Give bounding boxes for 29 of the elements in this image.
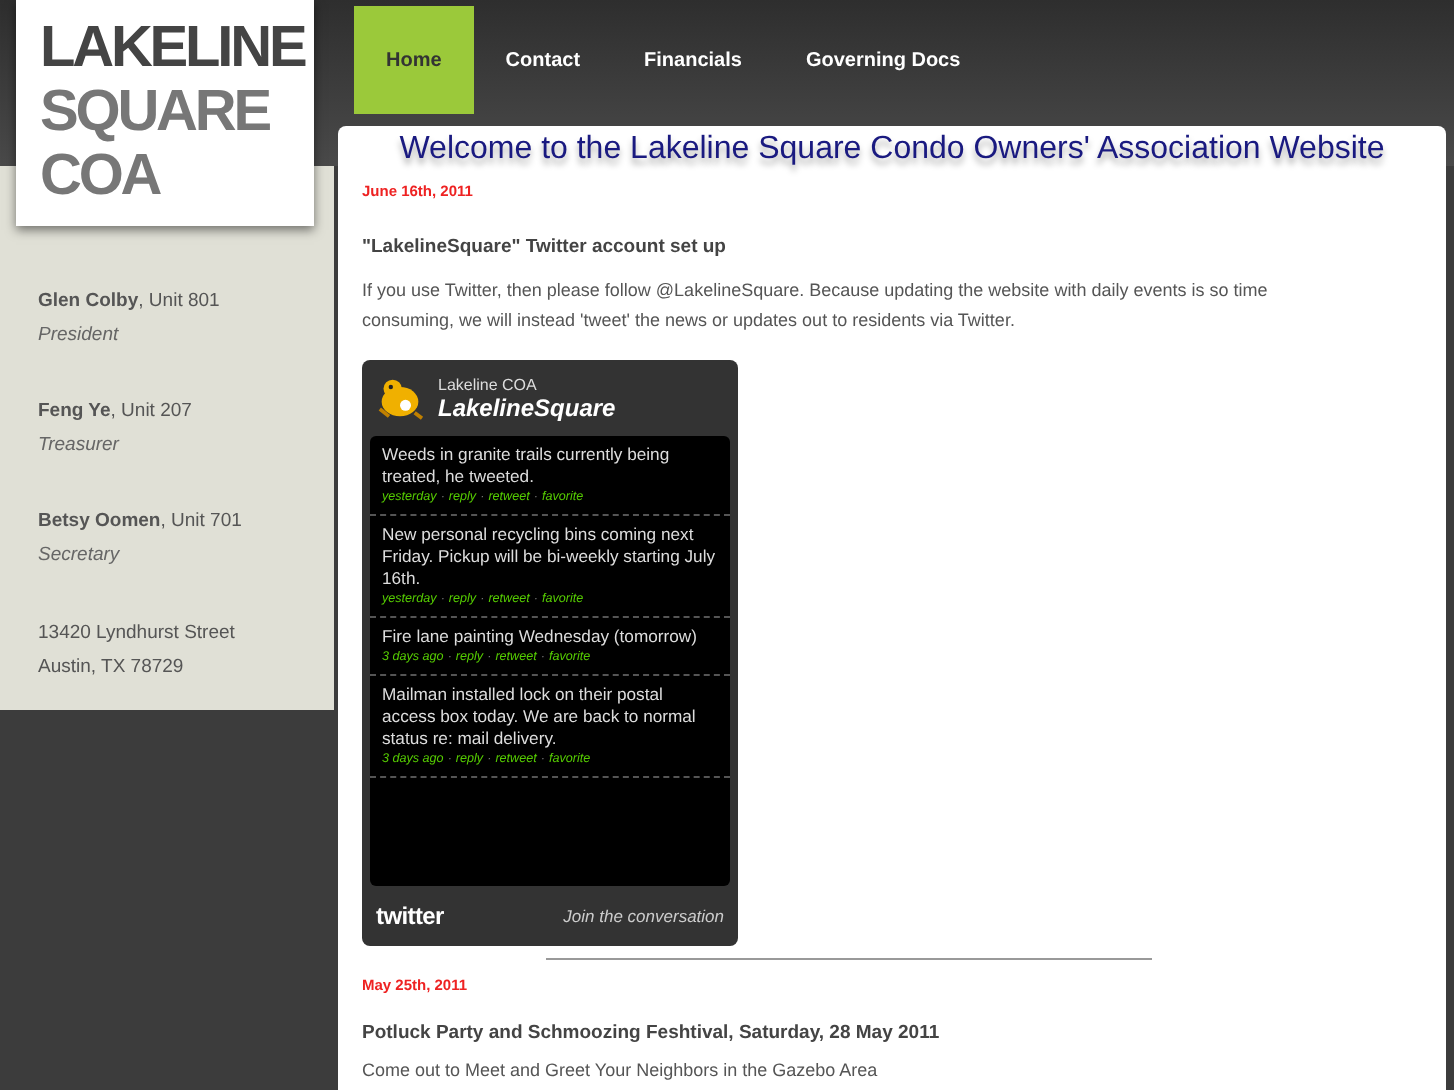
officer-name: Glen Colby, Unit 801 xyxy=(38,288,222,316)
nav-tab[interactable]: Home xyxy=(354,6,474,114)
tweet-text: Weeds in granite trails currently being treated, he tweeted. xyxy=(382,444,672,488)
post-body: If you use Twitter, then please follow @LakelineSquare. Because updating the website with daily events is so time consuming, we will instead 'tweet' the news or updates out to residents via Twitter. xyxy=(362,278,1270,334)
nav-tab[interactable]: Contact xyxy=(473,6,613,114)
tweet-text: New personal recycling bins coming next Friday. Pickup will be bi-weekly starting July 16th. xyxy=(382,524,718,590)
tweet-text: Fire lane painting Wednesday (tomorrow) xyxy=(382,626,699,648)
logo-text: SQUARE xyxy=(40,80,269,144)
join-link[interactable]: Join the conversation xyxy=(563,906,724,926)
account-handle: LakelineSquare xyxy=(438,393,616,421)
account-name: Lakeline COA xyxy=(438,375,539,393)
nav-tab[interactable]: Governing Docs xyxy=(773,6,993,114)
post-body: Come out to Meet and Greet Your Neighbors in the Gazebo Area xyxy=(362,1058,880,1084)
logo-text: LAKELINE xyxy=(40,16,305,80)
nav-tab[interactable]: Financials xyxy=(612,6,774,114)
officer-role: Treasurer xyxy=(38,432,122,460)
mascot-icon xyxy=(374,376,426,420)
logo-text: COA xyxy=(40,144,160,208)
page-title: Welcome to the Lakeline Square Condo Owners' Association Website xyxy=(397,130,1387,170)
post-title: Potluck Party and Schmoozing Feshtival, Saturday, 28 May 2011 xyxy=(362,1022,942,1044)
address-line: Austin, TX 78729 xyxy=(38,654,186,682)
officer-role: Secretary xyxy=(38,542,122,570)
address-line: 13420 Lyndhurst Street xyxy=(38,620,237,648)
twitter-logo[interactable]: twitter xyxy=(376,902,444,930)
officer-name: Betsy Oomen, Unit 701 xyxy=(38,508,244,536)
officer-role: President xyxy=(38,322,121,350)
tweet-text: Mailman installed lock on their postal access box today. We are back to normal status re: mail delivery. xyxy=(382,684,698,750)
post-title: "LakelineSquare" Twitter account set up xyxy=(362,236,728,258)
officer-name: Feng Ye, Unit 207 xyxy=(38,398,194,426)
